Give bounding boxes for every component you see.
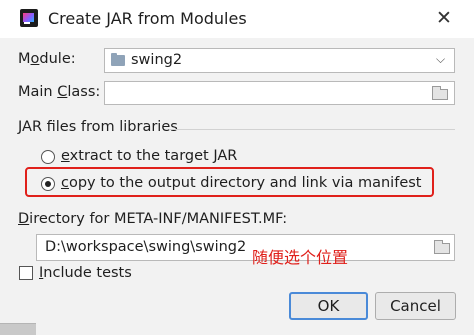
title-bar: Create JAR from Modules ✕ [0, 0, 474, 38]
background-window-edge [0, 323, 36, 335]
ok-button[interactable]: OK [289, 292, 368, 320]
main-class-input[interactable] [104, 81, 455, 105]
libraries-section-label: JAR files from libraries [18, 119, 178, 135]
section-divider [170, 129, 455, 130]
module-select-value: swing2 [131, 52, 183, 68]
manifest-label: Directory for META-INF/MANIFEST.MF: [18, 211, 288, 227]
folder-icon[interactable] [434, 240, 450, 254]
app-icon [20, 9, 38, 27]
annotation-text: 随便选个位置 [252, 248, 349, 267]
folder-icon[interactable] [432, 86, 448, 100]
main-class-label: Main Class: [18, 84, 101, 100]
cancel-button[interactable]: Cancel [375, 292, 456, 320]
manifest-directory-value: D:\workspace\swing\swing2 [45, 239, 247, 255]
radio-extract[interactable] [41, 150, 55, 164]
radio-copy[interactable] [41, 177, 55, 191]
include-tests-label[interactable]: Include tests [39, 265, 132, 281]
window-title: Create JAR from Modules [48, 9, 247, 28]
manifest-directory-input[interactable]: D:\workspace\swing\swing2 [36, 234, 455, 261]
radio-extract-label[interactable]: extract to the target JAR [61, 148, 237, 164]
close-icon[interactable]: ✕ [432, 6, 456, 30]
chevron-down-icon[interactable]: ⌵ [436, 52, 445, 67]
module-label: Module: [18, 51, 76, 67]
radio-copy-label[interactable]: copy to the output directory and link vi… [61, 175, 421, 191]
include-tests-checkbox[interactable] [19, 266, 33, 280]
module-select[interactable]: swing2 ⌵ [104, 48, 455, 73]
module-icon [111, 53, 125, 66]
